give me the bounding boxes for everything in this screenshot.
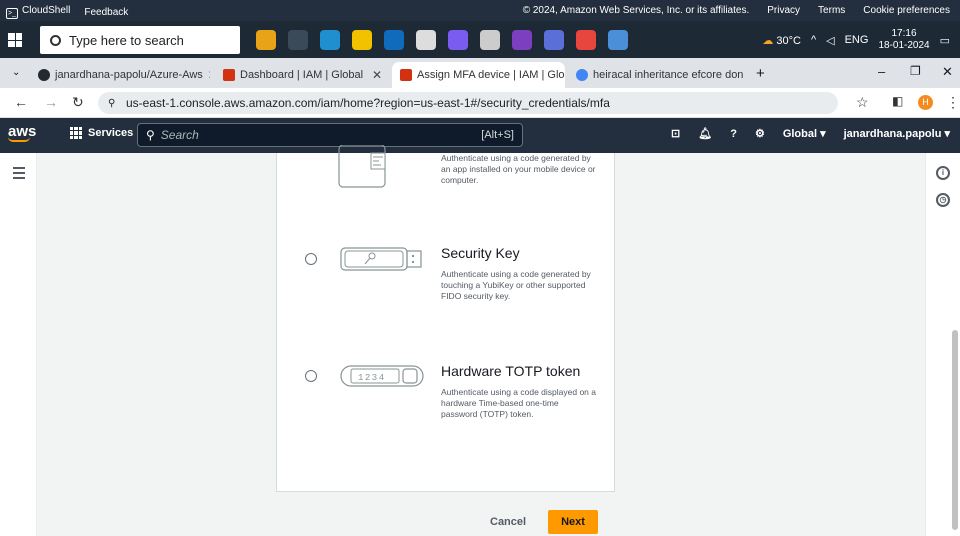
site-info-icon[interactable]: ⚲ xyxy=(108,98,115,109)
cloudshell-link[interactable]: >_ CloudShell xyxy=(6,5,70,19)
volume-icon[interactable]: ◁ xyxy=(826,34,834,47)
wizard-actions: Cancel Next xyxy=(490,510,598,534)
notifications-bell-icon[interactable]: 🔔︎ xyxy=(698,127,712,140)
option-title: Security Key xyxy=(441,245,520,261)
work-briefcase-icon[interactable] xyxy=(256,30,276,50)
chrome-icon[interactable] xyxy=(576,30,596,50)
tab-assign-mfa[interactable]: Assign MFA device | IAM | Glob ✕ xyxy=(392,62,565,88)
search-icon xyxy=(50,34,61,46)
tab-google-search[interactable]: heiracal inheritance efcore don ✕ xyxy=(568,62,744,88)
aws-console-footer: >_ CloudShell Feedback © 2024, Amazon Web… xyxy=(0,0,960,21)
vscode-icon[interactable] xyxy=(448,30,468,50)
region-selector[interactable]: Global ▾ xyxy=(783,127,826,140)
language-indicator[interactable]: ENG xyxy=(845,34,869,46)
token-display-digits: 1234 xyxy=(358,373,386,383)
aws-console-navbar: aws Services ⚲ Search [Alt+S] ⊡ 🔔︎ ? ⚙ G… xyxy=(0,118,960,153)
browser-menu-icon[interactable]: ⋮ xyxy=(946,94,960,111)
help-icon[interactable]: ? xyxy=(730,128,737,140)
clock[interactable]: 17:16 18-01-2024 xyxy=(878,28,929,52)
feedback-link[interactable]: Feedback xyxy=(84,7,128,18)
terms-link[interactable]: Terms xyxy=(818,5,845,16)
google-icon xyxy=(576,69,588,81)
cloudshell-icon: >_ xyxy=(6,8,18,19)
left-nav-rail xyxy=(0,153,37,536)
copyright-text: © 2024, Amazon Web Services, Inc. or its… xyxy=(522,5,750,16)
mail-icon[interactable] xyxy=(416,30,436,50)
bookmark-star-icon[interactable]: ☆ xyxy=(856,94,869,111)
windows-start-icon[interactable] xyxy=(8,33,22,47)
aws-logo[interactable]: aws xyxy=(8,124,36,142)
security-key-radio[interactable] xyxy=(305,253,317,265)
windows-taskbar: Type here to search ☁ 30°C ^ ◁ ENG 17:16… xyxy=(0,21,960,58)
account-menu[interactable]: janardhana.papolu ▾ xyxy=(844,127,950,140)
browser-address-bar: ← → ↻ ⚲ us-east-1.console.aws.amazon.com… xyxy=(0,88,960,118)
weather-icon: ☁ xyxy=(762,34,774,47)
privacy-link[interactable]: Privacy xyxy=(767,5,800,16)
cancel-button[interactable]: Cancel xyxy=(490,516,526,528)
weather-widget[interactable]: ☁ 30°C xyxy=(762,34,801,47)
info-icon[interactable]: i xyxy=(936,166,950,180)
minimize-button[interactable]: – xyxy=(878,64,885,79)
back-button[interactable]: ← xyxy=(14,94,28,110)
tab-search-icon[interactable]: ⌄ xyxy=(12,67,20,78)
maximize-button[interactable]: ❐ xyxy=(910,64,921,78)
totp-token-icon: 1234 xyxy=(340,365,424,387)
forward-button[interactable]: → xyxy=(44,94,58,110)
store-icon[interactable] xyxy=(384,30,404,50)
teams-icon[interactable] xyxy=(544,30,564,50)
aws-favicon-icon xyxy=(223,69,235,81)
services-menu[interactable]: Services xyxy=(70,127,133,139)
onenote-icon[interactable] xyxy=(512,30,532,50)
option-description: Authenticate using a code displayed on a… xyxy=(441,387,597,419)
reload-button[interactable]: ↻ xyxy=(72,94,84,111)
taskbar-apps xyxy=(256,30,628,50)
aws-favicon-icon xyxy=(400,69,412,81)
option-description: Authenticate using a code generated by t… xyxy=(441,269,591,301)
search-icon: ⚲ xyxy=(146,128,155,142)
taskbar-search[interactable]: Type here to search xyxy=(40,26,240,54)
totp-radio[interactable] xyxy=(305,370,317,382)
new-tab-button[interactable]: + xyxy=(756,65,765,82)
tab-github[interactable]: janardhana-papolu/Azure-Aws ✕ xyxy=(30,62,210,88)
settings-icon[interactable] xyxy=(480,30,500,50)
tab-dashboard[interactable]: Dashboard | IAM | Global ✕ xyxy=(215,62,390,88)
edge-browser-icon[interactable] xyxy=(320,30,340,50)
tray-chevron-icon[interactable]: ^ xyxy=(811,34,816,46)
mfa-device-options-panel: Authenticate using a code generated by a… xyxy=(276,145,615,492)
option-description: Authenticate using a code generated by a… xyxy=(441,153,596,185)
option-title: Hardware TOTP token xyxy=(441,363,581,379)
profile-avatar[interactable]: H xyxy=(918,95,933,110)
file-explorer-icon[interactable] xyxy=(352,30,372,50)
url-field[interactable]: ⚲ us-east-1.console.aws.amazon.com/iam/h… xyxy=(98,92,838,114)
security-key-icon xyxy=(340,247,422,271)
mobile-app-icon xyxy=(338,145,386,188)
aws-search-input[interactable]: ⚲ Search [Alt+S] xyxy=(137,123,523,147)
page-scrollbar[interactable] xyxy=(952,330,958,530)
system-tray: ☁ 30°C ^ ◁ ENG 17:16 18-01-2024 ▭ xyxy=(762,28,950,52)
window-close-button[interactable]: ✕ xyxy=(942,64,953,80)
app-icon[interactable] xyxy=(608,30,628,50)
notifications-icon[interactable]: ▭ xyxy=(940,34,950,47)
browser-tab-bar: ⌄ janardhana-papolu/Azure-Aws ✕ Dashboar… xyxy=(0,58,960,88)
github-icon xyxy=(38,69,50,81)
cookie-preferences-link[interactable]: Cookie preferences xyxy=(863,5,950,16)
services-grid-icon xyxy=(70,127,82,139)
task-view-icon[interactable] xyxy=(288,30,308,50)
next-button[interactable]: Next xyxy=(548,510,598,534)
hamburger-menu-icon[interactable] xyxy=(13,167,25,182)
close-icon[interactable]: ✕ xyxy=(208,68,210,82)
settings-gear-icon[interactable]: ⚙ xyxy=(755,127,765,140)
close-icon[interactable]: ✕ xyxy=(372,68,382,82)
sidepanel-icon[interactable]: ◧ xyxy=(892,94,903,108)
tutorial-icon[interactable]: ◷ xyxy=(936,193,950,207)
cloudshell-icon[interactable]: ⊡ xyxy=(671,127,680,140)
